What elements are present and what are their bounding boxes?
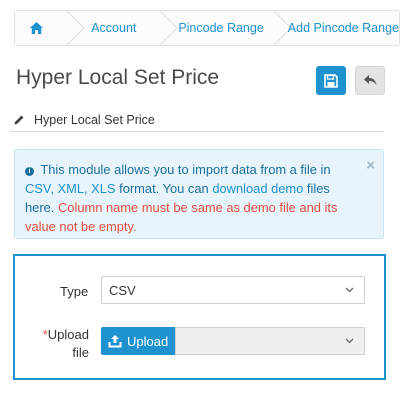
upload-label-line1: Upload xyxy=(47,327,89,342)
breadcrumb-pincode-range[interactable]: Pincode Range xyxy=(164,11,263,45)
upload-button-label: Upload xyxy=(127,333,169,349)
alert-text-intro: This module allows you to import data fr… xyxy=(40,162,331,177)
back-button[interactable] xyxy=(355,66,385,95)
breadcrumb-separator xyxy=(150,11,164,45)
breadcrumb-separator xyxy=(264,11,278,45)
save-button[interactable] xyxy=(316,66,346,95)
save-icon xyxy=(324,73,338,88)
type-label: Type xyxy=(60,284,89,299)
pencil-icon xyxy=(14,114,28,125)
alert-warning: Column name must be same as demo file an… xyxy=(25,200,338,234)
type-select-value: CSV xyxy=(109,282,136,298)
download-demo-link[interactable]: download demo xyxy=(212,181,303,196)
home-icon xyxy=(29,22,43,34)
upload-icon xyxy=(108,334,122,348)
page-title: Hyper Local Set Price xyxy=(16,66,220,89)
info-alert: i This module allows you to import data … xyxy=(14,149,384,239)
panel-title: Hyper Local Set Price xyxy=(34,112,155,127)
upload-label-line2: file xyxy=(72,345,89,360)
panel-heading: Hyper Local Set Price xyxy=(10,108,384,132)
back-arrow-icon xyxy=(363,75,376,86)
breadcrumb: Account Pincode Range Add Pincode Range xyxy=(14,10,400,46)
type-select[interactable]: CSV xyxy=(101,276,365,304)
upload-file-label: *Upload file xyxy=(36,326,89,362)
alert-text-format: format. You can xyxy=(119,181,209,196)
chevron-down-icon xyxy=(345,338,354,344)
upload-file-select[interactable] xyxy=(175,327,365,355)
chevron-down-icon xyxy=(345,287,354,293)
breadcrumb-separator xyxy=(57,11,71,45)
breadcrumb-add-pincode-range[interactable]: Add Pincode Range xyxy=(278,11,399,45)
info-icon: i xyxy=(25,167,34,176)
alert-formats: CSV, XML, XLS xyxy=(25,181,116,196)
upload-button[interactable]: Upload xyxy=(101,327,175,355)
close-icon[interactable]: × xyxy=(366,156,375,175)
